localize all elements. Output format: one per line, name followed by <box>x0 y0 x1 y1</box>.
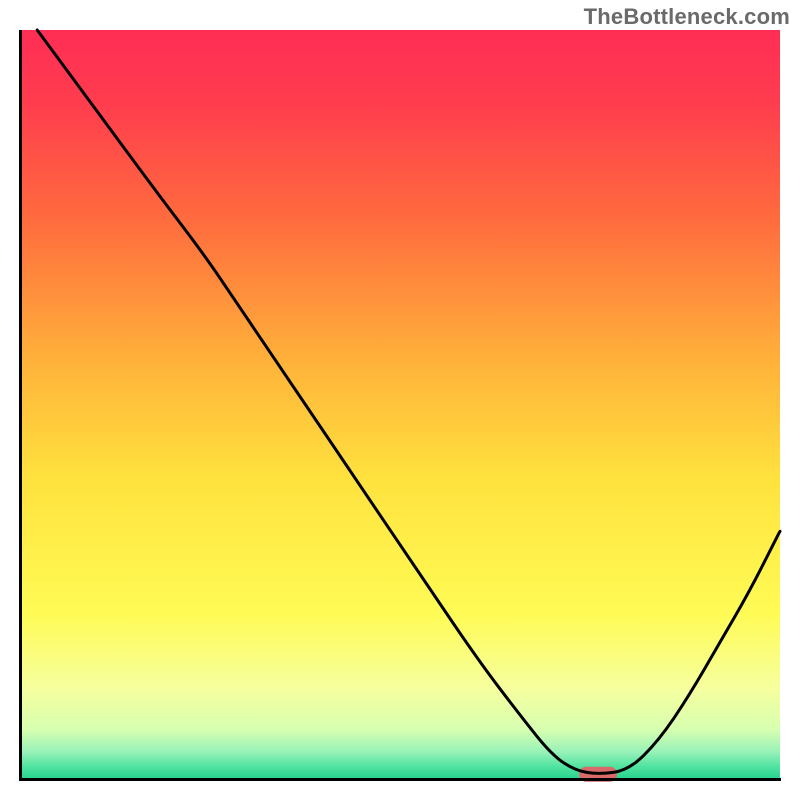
y-axis <box>19 30 22 781</box>
chart-stage: TheBottleneck.com <box>0 0 800 800</box>
watermark-text: TheBottleneck.com <box>584 4 790 30</box>
x-axis <box>19 778 781 781</box>
plot-background <box>22 30 780 778</box>
bottleneck-chart <box>0 0 800 800</box>
